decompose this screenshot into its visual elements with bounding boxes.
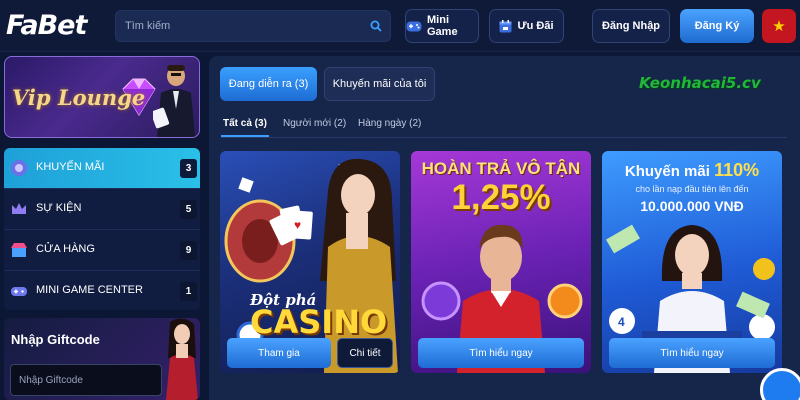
svg-text:♥: ♥ xyxy=(294,218,301,232)
giftcode-panel: Nhập Giftcode xyxy=(4,318,200,400)
watermark-text: Keonhacai5.cv xyxy=(639,74,761,92)
vietnam-flag-icon[interactable]: ★ xyxy=(762,9,796,43)
search-input[interactable] xyxy=(116,11,366,41)
promo-card-casino[interactable]: ♥ Đột phá CASINO Tham gia Chi tiết xyxy=(220,151,400,373)
vip-lounge-label: Vip Lounge xyxy=(12,85,146,110)
giftcode-girl-illustration xyxy=(166,318,198,400)
giftcode-title: Nhập Giftcode xyxy=(11,332,100,347)
count-badge: 5 xyxy=(180,200,197,219)
gamepad-icon xyxy=(406,21,422,32)
card3-line1: Khuyến mãi 110% xyxy=(602,160,782,181)
count-badge: 1 xyxy=(180,282,197,301)
svg-text:4: 4 xyxy=(618,315,625,329)
sidebar-menu: KHUYẾN MÃI 3 SỰ KIỆN 5 CỬA HÀNG 9 MINI G… xyxy=(4,148,200,310)
sidebar-item-su-kien[interactable]: SỰ KIỆN 5 xyxy=(4,189,200,229)
tab-my-promotions[interactable]: Khuyến mãi của tôi xyxy=(324,67,435,101)
top-header: FaBet Mini Game Ưu Đãi Đăng Nhập Đăng Ký… xyxy=(0,0,800,52)
learn-more-button[interactable]: Tìm hiểu ngay xyxy=(609,338,775,368)
count-badge: 3 xyxy=(180,159,197,178)
login-button[interactable]: Đăng Nhập xyxy=(592,9,670,43)
sidebar-item-mini-game-center[interactable]: MINI GAME CENTER 1 xyxy=(4,271,200,310)
vip-man-illustration xyxy=(153,65,195,137)
giftcode-input[interactable] xyxy=(10,364,162,396)
join-button[interactable]: Tham gia xyxy=(227,338,331,368)
count-badge: 9 xyxy=(180,241,197,260)
sidebar-item-label: MINI GAME CENTER xyxy=(36,284,143,296)
card3-line1-pct: 110% xyxy=(714,160,760,180)
promo-card-first-deposit[interactable]: 4 Khuyến mãi 110% cho lần nạp đầu tiên l… xyxy=(602,151,782,373)
sidebar-item-label: KHUYẾN MÃI xyxy=(36,161,105,173)
uu-dai-button[interactable]: Ưu Đãi xyxy=(489,9,564,43)
gamepad-icon xyxy=(11,287,27,296)
sidebar-item-khuyen-mai[interactable]: KHUYẾN MÃI 3 xyxy=(4,148,200,188)
card2-line2: 1,25% xyxy=(451,178,551,217)
calendar-gift-icon xyxy=(499,19,512,33)
card2-line1: HOÀN TRẢ VÔ TẬN xyxy=(421,159,581,178)
crown-icon xyxy=(12,203,26,214)
store-icon xyxy=(11,243,27,257)
fabet-logo[interactable]: FaBet xyxy=(6,10,87,41)
card3-line3: 10.000.000 VNĐ xyxy=(640,198,744,214)
promo-card-cashback[interactable]: HOÀN TRẢ VÔ TẬN 1,25% Tìm hiểu ngay xyxy=(411,151,591,373)
mini-game-button[interactable]: Mini Game xyxy=(405,9,479,43)
sidebar-item-label: CỬA HÀNG xyxy=(36,243,95,255)
sidebar-item-label: SỰ KIỆN xyxy=(36,202,82,214)
mini-game-label: Mini Game xyxy=(427,14,458,38)
uu-dai-label: Ưu Đãi xyxy=(517,20,554,32)
details-button[interactable]: Chi tiết xyxy=(337,338,393,368)
card3-line2: cho lần nạp đầu tiên lên đến xyxy=(635,184,749,194)
subtab-new-user[interactable]: Người mới (2) xyxy=(283,118,346,129)
card3-line1-prefix: Khuyến mãi xyxy=(624,163,710,180)
card1-line2: CASINO xyxy=(250,303,388,341)
tab-ongoing[interactable]: Đang diễn ra (3) xyxy=(220,67,317,101)
promotions-panel: Đang diễn ra (3) Khuyến mãi của tôi Keon… xyxy=(209,56,800,400)
promo-badge-icon xyxy=(11,160,27,176)
search-box[interactable] xyxy=(115,10,391,42)
subtab-divider xyxy=(221,137,787,138)
subtab-all[interactable]: Tất cả (3) xyxy=(223,118,267,129)
vip-lounge-banner[interactable]: Vip Lounge xyxy=(4,56,200,138)
sidebar-item-cua-hang[interactable]: CỬA HÀNG 9 xyxy=(4,230,200,270)
learn-more-button[interactable]: Tìm hiểu ngay xyxy=(418,338,584,368)
register-button[interactable]: Đăng Ký xyxy=(680,9,754,43)
search-icon[interactable] xyxy=(370,20,382,32)
subtab-active-indicator xyxy=(221,135,269,137)
subtab-daily[interactable]: Hàng ngày (2) xyxy=(358,118,421,129)
